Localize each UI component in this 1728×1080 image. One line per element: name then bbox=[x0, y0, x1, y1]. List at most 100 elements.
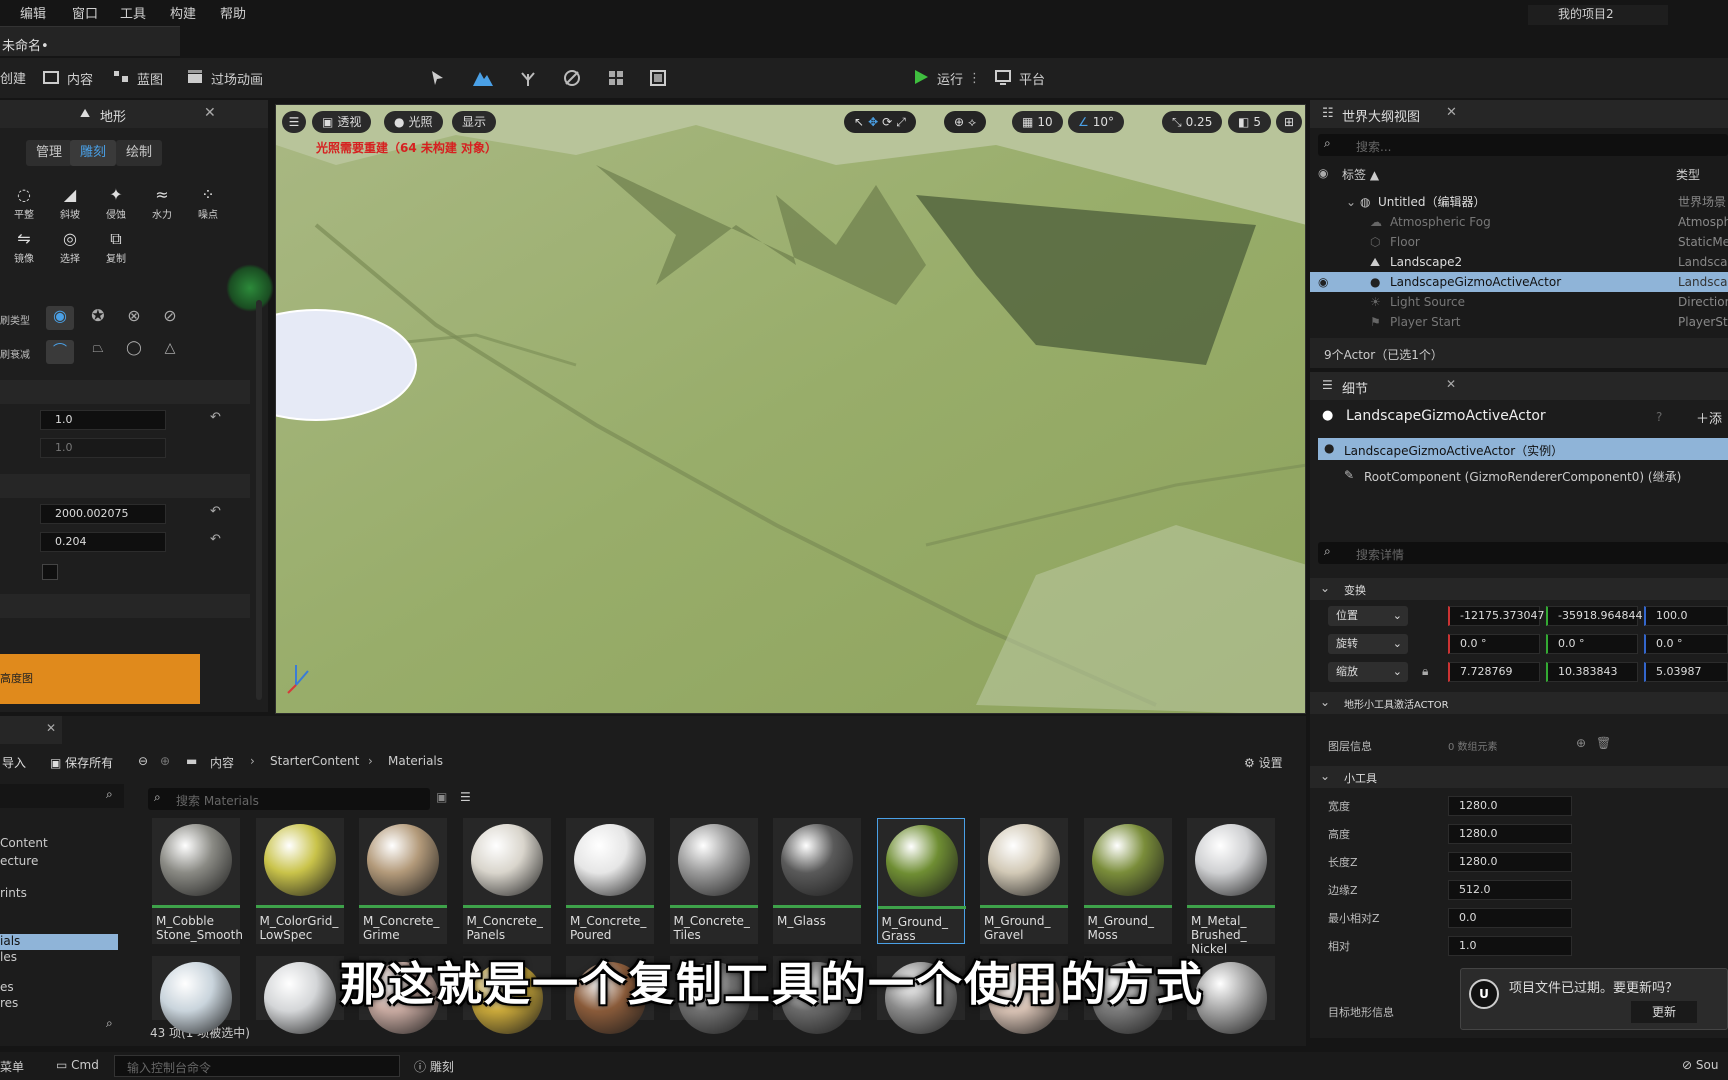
outliner-row[interactable]: ☁ Atmospheric Fog Atmosph bbox=[1310, 212, 1728, 232]
tab-sculpt[interactable]: 雕刻 bbox=[70, 140, 117, 166]
scrollbar[interactable] bbox=[256, 300, 262, 700]
brush-component-icon[interactable]: ⊘ bbox=[156, 306, 184, 330]
asset-tile[interactable]: M_Ground_ Moss bbox=[1083, 818, 1172, 944]
details-tab[interactable]: ☰ 细节 ✕ bbox=[1310, 372, 1728, 400]
tool-mirror[interactable]: ⇋ 镜像 bbox=[4, 228, 44, 272]
level-viewport[interactable]: ☰ ▣ 透视 ● 光照 显示 光照需要重建（64 未构建 对象） ↖ ✥ ⟳ ⤢ ⊕ ⟡ ▦… bbox=[275, 104, 1306, 714]
tool-copy[interactable]: ⧉ 复制 bbox=[96, 228, 136, 272]
rotation-x[interactable]: 0.0 ° bbox=[1448, 634, 1540, 654]
tree-item[interactable]: Content bbox=[0, 836, 48, 850]
tree-item[interactable]: res bbox=[0, 996, 18, 1010]
scale-dropdown[interactable]: 缩放 ⌄ bbox=[1328, 662, 1408, 682]
menu-window[interactable]: 窗口 bbox=[72, 3, 98, 22]
coord-system[interactable]: ⊕ ⟡ bbox=[944, 111, 986, 133]
crumb-startercontent[interactable]: StarterContent bbox=[270, 754, 359, 768]
content-browser-tab[interactable]: ✕ bbox=[0, 716, 62, 744]
level-tab[interactable]: 未命名• bbox=[0, 26, 180, 56]
falloff-spherical-icon[interactable]: ◯ bbox=[120, 340, 148, 364]
landscape-mode-icon[interactable] bbox=[472, 68, 493, 88]
tree-item-selected[interactable]: ials bbox=[0, 934, 118, 950]
details-search[interactable]: ⌕ 搜索详情 bbox=[1318, 542, 1728, 564]
brush-circle-icon[interactable]: ◉ bbox=[46, 306, 74, 330]
type-column-header[interactable]: 类型 bbox=[1676, 166, 1700, 183]
marginz-input[interactable]: 512.0 bbox=[1448, 880, 1572, 900]
falloff-linear-icon[interactable]: ⏢ bbox=[84, 340, 112, 364]
asset-tile[interactable]: M_Concrete_ Tiles bbox=[669, 818, 758, 944]
create-button[interactable]: 创建 bbox=[0, 68, 26, 87]
console-input[interactable]: 输入控制台命令 bbox=[114, 1055, 400, 1077]
asset-tile[interactable]: M_Glass bbox=[773, 818, 861, 944]
expand-icon[interactable]: ⌄ bbox=[1346, 192, 1356, 212]
scale-snap[interactable]: ⤡ 0.25 bbox=[1162, 111, 1223, 133]
menu-help[interactable]: 帮助 bbox=[220, 3, 246, 22]
asset-tile[interactable]: M_Ground_ Gravel bbox=[980, 818, 1068, 944]
asset-tile[interactable] bbox=[152, 956, 240, 1034]
tab-paint[interactable]: 绘制 bbox=[116, 140, 163, 166]
outliner-tab[interactable]: ☷ 世界大纲视图 ✕ bbox=[1310, 100, 1728, 128]
lengthz-input[interactable]: 1280.0 bbox=[1448, 852, 1572, 872]
outliner-row[interactable]: ⌄ ◍ Untitled（编辑器） 世界场景 bbox=[1310, 192, 1728, 212]
instance-row[interactable]: ● LandscapeGizmoActiveActor（实例） bbox=[1318, 438, 1728, 460]
tree-item[interactable]: es bbox=[0, 980, 14, 994]
tree-item[interactable]: les bbox=[0, 950, 17, 964]
reset-icon[interactable]: ↶ bbox=[210, 504, 221, 519]
eye-icon[interactable]: ◉ bbox=[1318, 272, 1328, 292]
location-z[interactable]: 100.0 bbox=[1644, 606, 1728, 626]
content-drawer-button[interactable]: 菜单 bbox=[0, 1058, 24, 1075]
select-mode-icon[interactable] bbox=[428, 68, 448, 88]
tool-flatten[interactable]: ◌ 平整 bbox=[4, 184, 44, 228]
close-icon[interactable]: ✕ bbox=[1446, 377, 1456, 391]
outliner-row-selected[interactable]: ◉ ● LandscapeGizmoActiveActor Landsca bbox=[1310, 272, 1728, 292]
outliner-row[interactable]: ☀ Light Source Direction bbox=[1310, 292, 1728, 312]
rotation-dropdown[interactable]: 旋转 ⌄ bbox=[1328, 634, 1408, 654]
asset-tile[interactable]: M_Concrete_ Grime bbox=[359, 818, 447, 944]
transform-tools[interactable]: ↖ ✥ ⟳ ⤢ bbox=[844, 111, 916, 133]
rotation-snap[interactable]: ∠ 10° bbox=[1068, 111, 1125, 133]
grid-snap[interactable]: ▦ 10 bbox=[1012, 111, 1063, 133]
root-component[interactable]: RootComponent (GizmoRendererComponent0) … bbox=[1364, 468, 1681, 485]
source-control-button[interactable]: ⊘ Sou bbox=[1682, 1058, 1718, 1072]
lock-icon[interactable]: 🔒︎ bbox=[1422, 664, 1428, 679]
outliner-row[interactable]: ⚑ Player Start PlayerSt bbox=[1310, 312, 1728, 332]
label-column-header[interactable]: 标签 ▲ bbox=[1342, 166, 1379, 183]
forward-icon[interactable]: ⊕ bbox=[160, 754, 170, 768]
asset-tile[interactable]: M_Concrete_ Panels bbox=[462, 818, 551, 944]
modeling-icon[interactable] bbox=[648, 68, 668, 88]
location-y[interactable]: -35918.964844 bbox=[1546, 606, 1642, 626]
location-x[interactable]: -12175.373047 bbox=[1448, 606, 1544, 626]
filter-icon[interactable]: ☰ bbox=[460, 790, 471, 804]
tool-noise[interactable]: ⁘ 噪点 bbox=[188, 184, 228, 228]
checkbox[interactable] bbox=[42, 564, 58, 580]
rotation-y[interactable]: 0.0 ° bbox=[1546, 634, 1638, 654]
reset-icon[interactable]: ↶ bbox=[210, 410, 221, 425]
asset-search[interactable]: ⌕ 搜索 Materials bbox=[148, 788, 430, 810]
falloff-input[interactable]: 0.204 bbox=[40, 532, 166, 552]
layout-icon[interactable]: ⊞ bbox=[1276, 111, 1302, 133]
viewport-menu-icon[interactable]: ☰ bbox=[282, 111, 306, 133]
run-button[interactable]: 运行 ⋮ bbox=[912, 68, 981, 88]
tool-select[interactable]: ◎ 选择 bbox=[50, 228, 90, 272]
asset-tile[interactable]: M_Cobble Stone_Smooth bbox=[152, 818, 243, 944]
content-button[interactable]: 内容 bbox=[42, 68, 93, 88]
add-element-icon[interactable]: ⊕ bbox=[1576, 736, 1586, 750]
cinematics-button[interactable]: 过场动画 bbox=[186, 68, 263, 88]
lit-button[interactable]: ● 光照 bbox=[384, 111, 443, 133]
minrel-input[interactable]: 0.0 bbox=[1448, 908, 1572, 928]
tree-item[interactable]: rints bbox=[0, 886, 27, 900]
search-icon[interactable]: ⌕ bbox=[106, 1016, 113, 1031]
brush-size-input[interactable]: 2000.002075 bbox=[40, 504, 166, 524]
import-button[interactable]: 导入 bbox=[2, 754, 26, 771]
asset-tile[interactable]: M_ColorGrid_ LowSpec bbox=[255, 818, 344, 944]
save-search-icon[interactable]: ▣ bbox=[436, 790, 447, 804]
scale-y[interactable]: 10.383843 bbox=[1546, 662, 1638, 682]
strength-input[interactable]: 1.0 bbox=[40, 410, 166, 430]
menu-edit[interactable]: 编辑 bbox=[20, 3, 46, 22]
falloff-tip-icon[interactable]: △ bbox=[156, 340, 184, 364]
trash-icon[interactable]: 🗑︎ bbox=[1596, 736, 1611, 750]
reset-icon[interactable]: ↶ bbox=[210, 532, 221, 547]
transform-section[interactable]: ⌄ 变换 bbox=[1310, 578, 1728, 600]
tool-erosion[interactable]: ✦ 侵蚀 bbox=[96, 184, 136, 228]
scale-z[interactable]: 5.03987 bbox=[1644, 662, 1728, 682]
scale-x[interactable]: 7.728769 bbox=[1448, 662, 1540, 682]
landscape-panel-tab[interactable]: ⛰ 地形 ✕ bbox=[0, 100, 268, 128]
